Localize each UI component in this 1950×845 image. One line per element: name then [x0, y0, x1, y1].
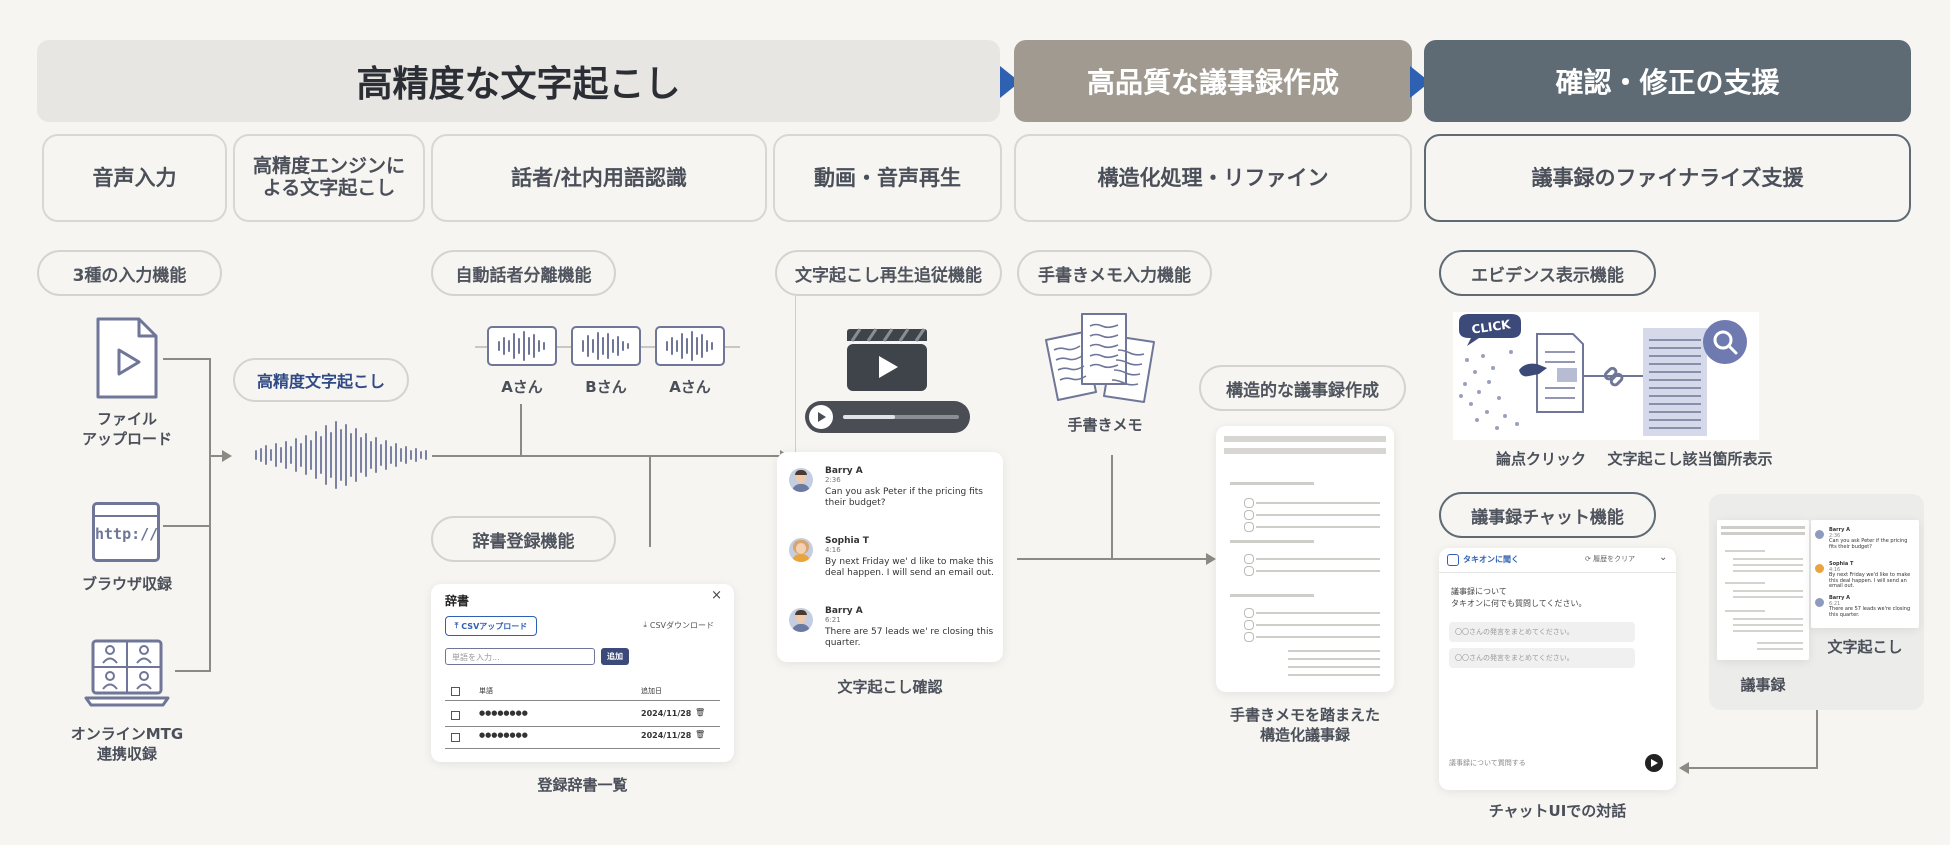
add-button[interactable]: 追加	[601, 648, 629, 665]
pill-playback-follow: 文字起こし再生追従機能	[775, 250, 1002, 296]
feature-engine-transcription: 高精度エンジンによる文字起こし	[233, 134, 425, 222]
suggestion-chip[interactable]: 〇〇さんの発言をまとめてください。	[1449, 648, 1635, 668]
speaker-label: Aさん	[669, 378, 711, 396]
clear-history-button[interactable]: ⟳ 履歴をクリア	[1585, 554, 1635, 564]
caption-structured-result: 手書きメモを踏まえた 構造化議事録	[1229, 706, 1380, 744]
avatar	[789, 608, 813, 632]
browser-icon: http://	[92, 502, 160, 562]
csv-download-button[interactable]: ⤓ CSVダウンロード	[643, 616, 714, 634]
dictionary-panel: 辞書 × ⤒ CSVアップロード ⤓ CSVダウンロード 単語を入力... 追加 単…	[431, 584, 734, 762]
feature-speaker-term-recognition: 話者/社内用語認識	[431, 134, 767, 222]
chat-panel: タキオンに聞く ⟳ 履歴をクリア ⌄ 議事録について タキオンに何でも質問してく…	[1439, 548, 1676, 790]
chat-header: タキオンに聞く ⟳ 履歴をクリア ⌄	[1439, 548, 1676, 573]
caption-browser: ブラウザ収録	[81, 575, 172, 593]
caption-point-click: 論点クリック	[1495, 450, 1586, 468]
audio-player-bar[interactable]	[805, 401, 970, 433]
caption-online-meeting: オンラインMTG 連携収録	[70, 725, 184, 763]
speaker-label: Bさん	[585, 378, 627, 396]
play-button-icon[interactable]	[809, 405, 833, 429]
avatar	[1815, 530, 1824, 539]
checkbox[interactable]	[451, 711, 460, 720]
robot-icon	[1447, 554, 1459, 566]
video-clapper-icon	[846, 326, 928, 392]
arrow-right-icon	[222, 450, 232, 462]
upload-icon: ⤒	[454, 621, 459, 630]
feature-finalize-support: 議事録のファイナライズ支援	[1424, 134, 1911, 222]
avatar	[1815, 564, 1824, 573]
suggestion-chip[interactable]: 〇〇さんの発言をまとめてください。	[1449, 622, 1635, 642]
pill-structured-minutes: 構造的な議事録作成	[1199, 365, 1406, 411]
transcript-panel: Barry A 2:36 Can you ask Peter if the pr…	[777, 452, 1003, 662]
caption-transcript-check: 文字起こし確認	[837, 678, 943, 696]
checkbox[interactable]	[451, 733, 460, 742]
pill-evidence: エビデンス表示機能	[1439, 250, 1656, 296]
close-icon[interactable]: ×	[711, 588, 722, 603]
speaker-a2-waveform-icon	[655, 326, 725, 366]
trash-icon[interactable]: 🗑	[695, 730, 705, 739]
chevron-down-icon[interactable]: ⌄	[1659, 552, 1667, 563]
pill-minutes-chat: 議事録チャット機能	[1439, 492, 1656, 538]
arrow-left-icon	[1679, 762, 1689, 774]
phase-minutes-creation: 高品質な議事録作成	[1014, 40, 1412, 122]
caption-dictionary-list: 登録辞書一覧	[537, 776, 628, 794]
avatar	[789, 538, 813, 562]
avatar	[1815, 598, 1824, 607]
caption-transcript-thumbnail: 文字起こし	[1827, 638, 1903, 656]
csv-upload-button[interactable]: ⤒ CSVアップロード	[445, 616, 537, 636]
speaker-a-waveform-icon	[487, 326, 557, 366]
table-row: ●●●●●●●● 2024/11/28 🗑	[445, 708, 720, 727]
browser-url-label: http://	[95, 525, 159, 543]
pill-dictionary: 辞書登録機能	[431, 516, 616, 562]
arrow-right-icon	[1206, 553, 1216, 565]
feature-video-audio-playback: 動画・音声再生	[773, 134, 1002, 222]
caption-minutes-thumbnail: 議事録	[1740, 676, 1786, 694]
table-row: ●●●●●●●● 2024/11/28 🗑	[445, 730, 720, 749]
refresh-icon: ⟳	[1585, 555, 1591, 563]
avatar	[789, 468, 813, 492]
pill-handwritten-input: 手書きメモ入力機能	[1017, 250, 1212, 296]
transcript-thumbnail: Barry A 2:36 Can you ask Peter if the pr…	[1811, 520, 1919, 628]
structured-minutes-document	[1216, 426, 1394, 692]
pill-input-functions: 3種の入力機能	[37, 250, 222, 296]
file-icon	[95, 316, 159, 400]
feature-audio-input: 音声入力	[42, 134, 227, 222]
chat-input[interactable]: 議事録について質問する	[1449, 758, 1635, 768]
speaker-b-waveform-icon	[571, 326, 641, 366]
caption-handwritten-memo: 手書きメモ	[1067, 416, 1143, 434]
phase-transcription: 高精度な文字起こし	[37, 40, 1000, 122]
caption-chat-dialogue: チャットUIでの対話	[1488, 802, 1627, 820]
table-header: 単語 追加日	[445, 686, 720, 701]
word-input[interactable]: 単語を入力...	[445, 648, 595, 665]
feature-structuring-refine: 構造化処理・リファイン	[1014, 134, 1412, 222]
minutes-thumbnail	[1717, 520, 1809, 660]
trash-icon[interactable]: 🗑	[695, 708, 705, 717]
online-meeting-icon	[84, 638, 170, 708]
speaker-label: Aさん	[501, 378, 543, 396]
dictionary-title: 辞書	[445, 594, 470, 608]
download-icon: ⤓	[643, 620, 647, 629]
handwritten-memo-icon	[1040, 310, 1170, 406]
progress-track[interactable]	[843, 415, 959, 419]
phase-review-support: 確認・修正の支援	[1424, 40, 1911, 122]
pill-high-precision: 高精度文字起こし	[233, 358, 409, 402]
caption-show-location: 文字起こし該当箇所表示	[1607, 450, 1773, 468]
pill-diarization: 自動話者分離機能	[431, 250, 616, 296]
waveform-icon	[254, 420, 432, 490]
caption-file-upload: ファイル アップロード	[81, 410, 172, 448]
send-icon[interactable]	[1645, 754, 1663, 772]
evidence-illustration: CLICK	[1453, 312, 1759, 440]
checkbox[interactable]	[451, 687, 460, 696]
